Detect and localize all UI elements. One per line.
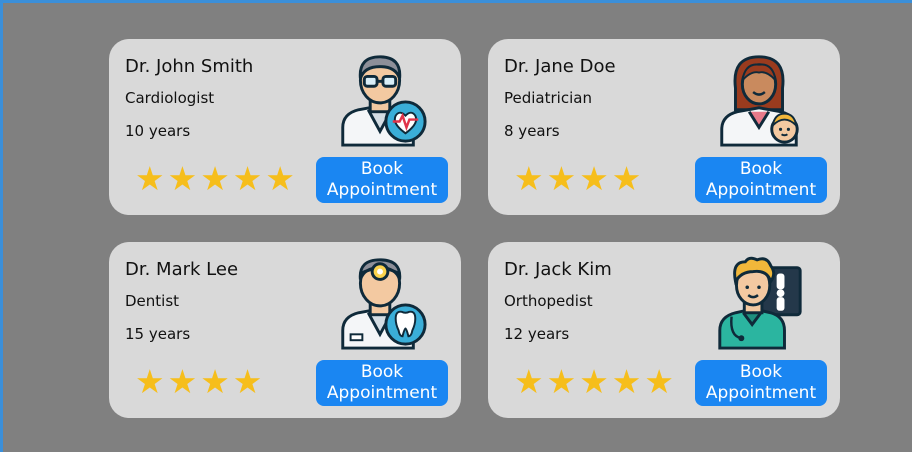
doctor-card: Dr. John Smith Cardiologist 10 years ★ ★ ★… xyxy=(109,39,461,215)
doctor-card: Dr. Jane Doe Pediatrician 8 years ★ ★ ★ ★ B… xyxy=(488,39,840,215)
button-label-line2: Appointment xyxy=(326,180,438,200)
star-icon: ★ xyxy=(200,362,230,401)
doctor-experience: 12 years xyxy=(504,325,570,343)
star-icon: ★ xyxy=(200,159,230,198)
dentist-avatar-icon xyxy=(341,258,427,350)
doctor-name: Dr. Mark Lee xyxy=(125,259,239,280)
button-label-line2: Appointment xyxy=(326,383,438,403)
doctor-experience: 15 years xyxy=(125,325,191,343)
star-icon: ★ xyxy=(232,159,263,198)
doctor-name: Dr. John Smith xyxy=(125,56,254,77)
button-label-line2: Appointment xyxy=(705,180,817,200)
cardiologist-avatar-icon xyxy=(341,55,427,147)
rating-stars: ★ ★ ★ ★ ★ xyxy=(514,364,677,400)
star-icon: ★ xyxy=(135,159,165,198)
book-appointment-button[interactable]: Book Appointment xyxy=(316,157,448,203)
rating-stars: ★ ★ ★ ★ ★ xyxy=(135,161,298,197)
button-label-line2: Appointment xyxy=(705,383,817,403)
star-icon: ★ xyxy=(546,362,577,401)
star-icon: ★ xyxy=(167,362,198,401)
star-icon: ★ xyxy=(546,159,577,198)
star-icon: ★ xyxy=(167,159,198,198)
button-label-line1: Book xyxy=(739,362,783,382)
star-icon: ★ xyxy=(232,362,263,401)
book-appointment-button[interactable]: Book Appointment xyxy=(316,360,448,406)
rating-stars: ★ ★ ★ ★ xyxy=(514,161,644,197)
doctor-specialty: Pediatrician xyxy=(504,89,592,107)
doctor-specialty: Dentist xyxy=(125,292,180,310)
star-icon: ★ xyxy=(265,159,295,198)
star-icon: ★ xyxy=(135,362,165,401)
star-icon: ★ xyxy=(611,362,642,401)
star-icon: ★ xyxy=(644,362,674,401)
doctor-specialty: Orthopedist xyxy=(504,292,593,310)
star-icon: ★ xyxy=(611,159,642,198)
star-icon: ★ xyxy=(579,159,609,198)
star-icon: ★ xyxy=(514,362,544,401)
doctor-card: Dr. Jack Kim Orthopedist 12 years ★ ★ ★ ★ ★ … xyxy=(488,242,840,418)
pediatrician-avatar-icon xyxy=(720,55,799,147)
doctor-name: Dr. Jack Kim xyxy=(504,259,612,280)
book-appointment-button[interactable]: Book Appointment xyxy=(695,360,827,406)
doctor-experience: 10 years xyxy=(125,122,191,140)
orthopedist-avatar-icon xyxy=(718,256,802,350)
book-appointment-button[interactable]: Book Appointment xyxy=(695,157,827,203)
doctor-card: Dr. Mark Lee Dentist 15 years ★ ★ ★ ★ Book … xyxy=(109,242,461,418)
button-label-line1: Book xyxy=(739,159,783,179)
star-icon: ★ xyxy=(579,362,609,401)
doctor-name: Dr. Jane Doe xyxy=(504,56,616,77)
star-icon: ★ xyxy=(514,159,544,198)
rating-stars: ★ ★ ★ ★ xyxy=(135,364,265,400)
button-label-line1: Book xyxy=(360,362,404,382)
button-label-line1: Book xyxy=(360,159,404,179)
doctor-specialty: Cardiologist xyxy=(125,89,215,107)
doctor-experience: 8 years xyxy=(504,122,560,140)
